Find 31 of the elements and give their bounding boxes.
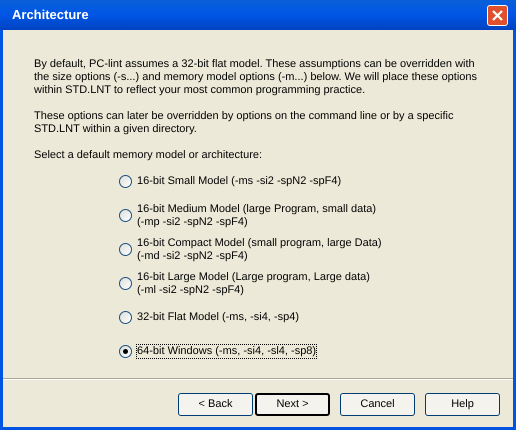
option-label: 64-bit Windows (-ms, -si4, -sl4, -sp8) xyxy=(137,345,316,358)
close-icon xyxy=(492,10,503,20)
description-text: By default, PC-lint assumes a 32-bit flat model. These assumptions can be overridden with the size options (-s...) and memory model options (-m...) below. We will place these options within STD.LNT to reflect your most common programming practice. xyxy=(34,58,478,97)
description-text: These options can later be overridden by options on the command line or by a specific STD.LNT within a given directory. xyxy=(34,110,454,136)
radio-option[interactable]: 16-bit Large Model (Large program, Large data) (-ml -si2 -spN2 -spF4) xyxy=(119,270,370,297)
radio-button[interactable] xyxy=(119,175,132,188)
prompt-text: Select a default memory model or architecture: xyxy=(33,149,264,162)
dialog-button[interactable]: Cancel xyxy=(340,393,415,416)
radio-option[interactable]: 16-bit Small Model (-ms -si2 -spN2 -spF4) xyxy=(119,168,342,195)
radio-option[interactable]: 64-bit Windows (-ms, -si4, -sl4, -sp8) xyxy=(119,338,316,365)
option-label: 16-bit Compact Model (small program, large Data) xyxy=(137,236,382,250)
option-label: (-md -si2 -spN2 -spF4) xyxy=(137,250,249,262)
dialog-button[interactable]: Next > xyxy=(255,393,330,416)
dialog-button[interactable]: < Back xyxy=(178,393,253,416)
option-label: 16-bit Large Model (Large program, Large data) xyxy=(137,270,370,284)
option-label: 32-bit Flat Model (-ms, -si4, -sp4) xyxy=(137,311,299,324)
close-button[interactable] xyxy=(487,4,508,26)
option-label: 16-bit Small Model (-ms -si2 -spN2 -spF4) xyxy=(137,175,342,188)
radio-button[interactable] xyxy=(119,277,132,290)
window-title: Architecture xyxy=(11,6,89,24)
radio-option[interactable]: 32-bit Flat Model (-ms, -si4, -sp4) xyxy=(119,304,299,331)
option-label: (-ml -si2 -spN2 -spF4) xyxy=(137,284,245,296)
radio-button[interactable] xyxy=(119,243,132,256)
radio-button[interactable] xyxy=(119,345,132,358)
dialog-button[interactable]: Help xyxy=(425,393,500,416)
radio-option[interactable]: 16-bit Medium Model (large Program, small data) (-mp -si2 -spN2 -spF4) xyxy=(119,202,376,229)
option-label: 16-bit Medium Model (large Program, small data) xyxy=(137,202,376,216)
radio-button[interactable] xyxy=(119,311,132,324)
radio-option[interactable]: 16-bit Compact Model (small program, large Data) (-md -si2 -spN2 -spF4) xyxy=(119,236,382,263)
option-label: (-mp -si2 -spN2 -spF4) xyxy=(137,216,249,228)
radio-button[interactable] xyxy=(119,209,132,222)
